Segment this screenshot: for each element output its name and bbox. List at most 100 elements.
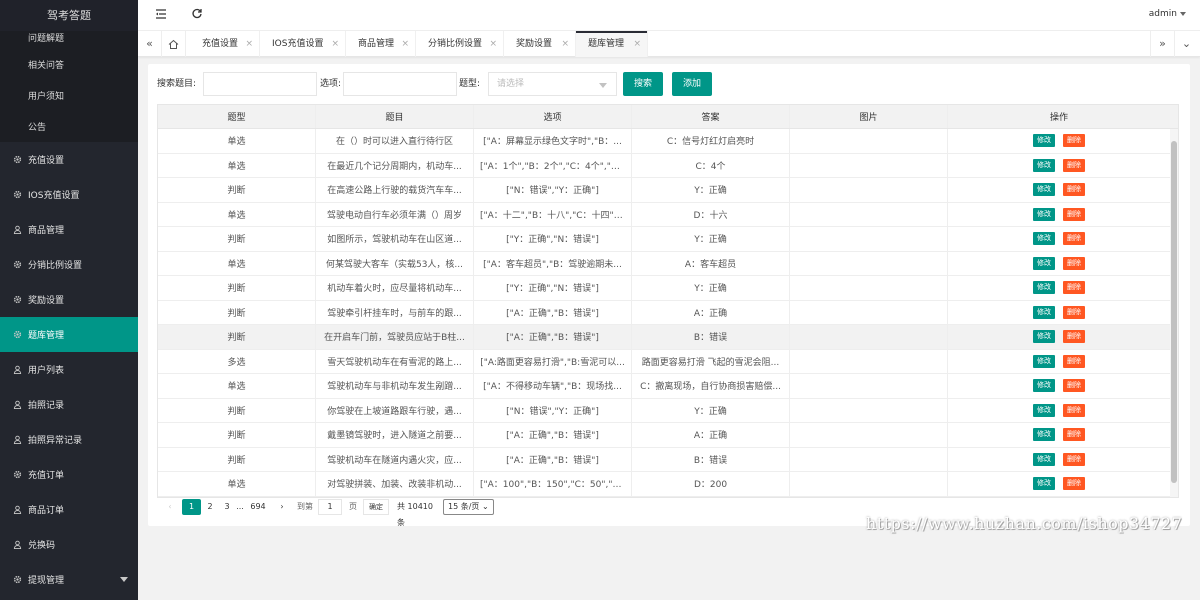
sidebar-item[interactable]: 分销比例设置 bbox=[0, 247, 138, 282]
edit-button[interactable]: 修改 bbox=[1033, 452, 1055, 466]
sidebar-item[interactable]: 兑换码 bbox=[0, 527, 138, 562]
add-button[interactable]: 添加 bbox=[672, 72, 712, 96]
page-next[interactable]: › bbox=[275, 499, 289, 515]
cell-options-text: ["A：不得移动车辆","B：现场找... bbox=[483, 382, 622, 393]
submenu-item[interactable]: 用户须知 bbox=[0, 80, 138, 111]
edit-button[interactable]: 修改 bbox=[1033, 207, 1055, 221]
table-row[interactable]: 判断 在高速公路上行驶的载货汽车车... ["N：错误","Y：正确"] Y：正确 修改… bbox=[158, 178, 1178, 203]
edit-button[interactable]: 修改 bbox=[1033, 256, 1055, 270]
sidebar-item[interactable]: 商品订单 bbox=[0, 492, 138, 527]
edit-button[interactable]: 修改 bbox=[1033, 158, 1055, 172]
sidebar-item[interactable]: 商品管理 bbox=[0, 212, 138, 247]
close-icon[interactable]: × bbox=[331, 31, 339, 57]
page-number[interactable]: 694 bbox=[248, 499, 268, 515]
delete-button[interactable]: 删除 bbox=[1063, 207, 1085, 221]
table-scrollbar[interactable] bbox=[1170, 129, 1178, 497]
edit-button[interactable]: 修改 bbox=[1033, 232, 1055, 246]
sidebar-item[interactable]: 充值订单 bbox=[0, 457, 138, 492]
delete-button[interactable]: 删除 bbox=[1063, 158, 1085, 172]
delete-button[interactable]: 删除 bbox=[1063, 477, 1085, 491]
tab[interactable]: 分销比例设置 × bbox=[416, 31, 504, 57]
table-row[interactable]: 单选 对驾驶拼装、加装、改装非机动... ["A：100","B：150","C：5… bbox=[158, 472, 1178, 497]
table-row[interactable]: 判断 如图所示，驾驶机动车在山区道... ["Y：正确","N：错误"] Y：正确 修改… bbox=[158, 227, 1178, 252]
table-row[interactable]: 单选 驾驶电动自行车必须年满（）周岁 ["A：十二","B：十八","C：十四","… bbox=[158, 202, 1178, 227]
home-icon[interactable] bbox=[162, 31, 186, 57]
sidebar-item[interactable]: 拍照异常记录 bbox=[0, 422, 138, 457]
sidebar-item[interactable]: 拍照记录 bbox=[0, 387, 138, 422]
page-prev[interactable]: ‹ bbox=[163, 499, 177, 515]
delete-button[interactable]: 删除 bbox=[1063, 428, 1085, 442]
tab[interactable]: 充值设置 × bbox=[190, 31, 260, 57]
table-row[interactable]: 判断 戴墨镜驾驶时，进入隧道之前要... ["A：正确","B：错误"] A：正确 修改… bbox=[158, 423, 1178, 448]
table-row[interactable]: 判断 在开启车门前，驾驶员应站于B柱... ["A：正确","B：错误"] B：错误 修… bbox=[158, 325, 1178, 350]
delete-button[interactable]: 删除 bbox=[1063, 232, 1085, 246]
page-number-current[interactable]: 1 bbox=[182, 499, 201, 515]
close-icon[interactable]: × bbox=[561, 31, 569, 57]
sidebar-item[interactable]: 奖励设置 bbox=[0, 282, 138, 317]
edit-button[interactable]: 修改 bbox=[1033, 379, 1055, 393]
tab[interactable]: 题库管理 × bbox=[576, 31, 648, 57]
per-page-select[interactable]: 15 条/页 ⌄ bbox=[443, 499, 494, 515]
sidebar-item[interactable]: 用户列表 bbox=[0, 352, 138, 387]
tab[interactable]: IOS充值设置 × bbox=[260, 31, 346, 57]
delete-button[interactable]: 删除 bbox=[1063, 134, 1085, 148]
edit-button[interactable]: 修改 bbox=[1033, 281, 1055, 295]
table-row[interactable]: 判断 你驾驶在上坡道路跟车行驶，遇... ["N：错误","Y：正确"] Y：正确 修改… bbox=[158, 398, 1178, 423]
menu-fold-icon[interactable] bbox=[154, 8, 168, 22]
edit-button[interactable]: 修改 bbox=[1033, 428, 1055, 442]
delete-button[interactable]: 删除 bbox=[1063, 281, 1085, 295]
tab[interactable]: 奖励设置 × bbox=[504, 31, 576, 57]
sidebar-item[interactable]: 充值设置 bbox=[0, 142, 138, 177]
sidebar-item[interactable]: 提现管理 bbox=[0, 562, 138, 597]
tabs-menu-icon[interactable]: ⌄ bbox=[1174, 31, 1198, 57]
table-row[interactable]: 单选 驾驶机动车与非机动车发生剐蹭... ["A：不得移动车辆","B：现场找...… bbox=[158, 374, 1178, 399]
close-icon[interactable]: × bbox=[245, 31, 253, 57]
delete-button[interactable]: 删除 bbox=[1063, 379, 1085, 393]
type-select[interactable]: 请选择 bbox=[488, 72, 617, 96]
table-row[interactable]: 多选 雪天驾驶机动车在有雪泥的路上... ["A:路面更容易打滑","B:雪泥可以.… bbox=[158, 349, 1178, 374]
delete-button[interactable]: 删除 bbox=[1063, 183, 1085, 197]
tabs-next-icon[interactable]: » bbox=[1150, 31, 1174, 57]
page-number[interactable]: 3 bbox=[221, 499, 233, 515]
delete-button[interactable]: 删除 bbox=[1063, 330, 1085, 344]
cell-answer: B：错误 bbox=[632, 447, 790, 471]
goto-confirm-button[interactable]: 确定 bbox=[363, 499, 389, 515]
edit-button[interactable]: 修改 bbox=[1033, 330, 1055, 344]
close-icon[interactable]: × bbox=[401, 31, 409, 57]
edit-button[interactable]: 修改 bbox=[1033, 134, 1055, 148]
edit-button[interactable]: 修改 bbox=[1033, 477, 1055, 491]
sidebar-item[interactable]: 题库管理 bbox=[0, 317, 138, 352]
close-icon[interactable]: × bbox=[633, 31, 641, 57]
table-row[interactable]: 判断 驾驶牵引杆挂车时，与前车的跟... ["A：正确","B：错误"] A：正确 修改… bbox=[158, 300, 1178, 325]
edit-button[interactable]: 修改 bbox=[1033, 305, 1055, 319]
search-button[interactable]: 搜索 bbox=[623, 72, 663, 96]
search-title-input[interactable] bbox=[203, 72, 317, 96]
search-option-input[interactable] bbox=[343, 72, 457, 96]
table-row[interactable]: 单选 在最近几个记分周期内，机动车... ["A：1个","B：2个","C：4个"… bbox=[158, 153, 1178, 178]
delete-button[interactable]: 删除 bbox=[1063, 354, 1085, 368]
goto-page-input[interactable]: 1 bbox=[318, 499, 342, 515]
user-menu[interactable]: admin bbox=[1149, 9, 1186, 19]
table-row[interactable]: 单选 在（）时可以进入直行待行区 ["A：屏幕显示绿色文字时","B：... C：信号… bbox=[158, 129, 1178, 154]
edit-button[interactable]: 修改 bbox=[1033, 403, 1055, 417]
page-number[interactable]: 2 bbox=[203, 499, 217, 515]
delete-button[interactable]: 删除 bbox=[1063, 256, 1085, 270]
submenu-item[interactable]: 相关问答 bbox=[0, 49, 138, 80]
edit-button[interactable]: 修改 bbox=[1033, 354, 1055, 368]
submenu-item[interactable]: 问题解题 bbox=[0, 31, 138, 49]
sidebar-item[interactable]: IOS充值设置 bbox=[0, 177, 138, 212]
table-row[interactable]: 判断 驾驶机动车在隧道内遇火灾，应... ["A：正确","B：错误"] B：错误 修改… bbox=[158, 447, 1178, 472]
tabs-prev-icon[interactable]: « bbox=[138, 31, 162, 57]
table-row[interactable]: 判断 机动车着火时，应尽量将机动车... ["Y：正确","N：错误"] Y：正确 修改… bbox=[158, 276, 1178, 301]
delete-button[interactable]: 删除 bbox=[1063, 452, 1085, 466]
delete-button[interactable]: 删除 bbox=[1063, 403, 1085, 417]
delete-button[interactable]: 删除 bbox=[1063, 305, 1085, 319]
refresh-icon[interactable] bbox=[190, 8, 204, 22]
scrollbar-thumb[interactable] bbox=[1171, 141, 1177, 483]
close-icon[interactable]: × bbox=[489, 31, 497, 57]
submenu-item[interactable]: 公告 bbox=[0, 111, 138, 142]
tab[interactable]: 商品管理 × bbox=[346, 31, 416, 57]
table-row[interactable]: 单选 何某驾驶大客车（实载53人，核... ["A：客车超员","B：驾驶逾期未..… bbox=[158, 251, 1178, 276]
cell-question: 雪天驾驶机动车在有雪泥的路上... bbox=[316, 349, 474, 373]
edit-button[interactable]: 修改 bbox=[1033, 183, 1055, 197]
